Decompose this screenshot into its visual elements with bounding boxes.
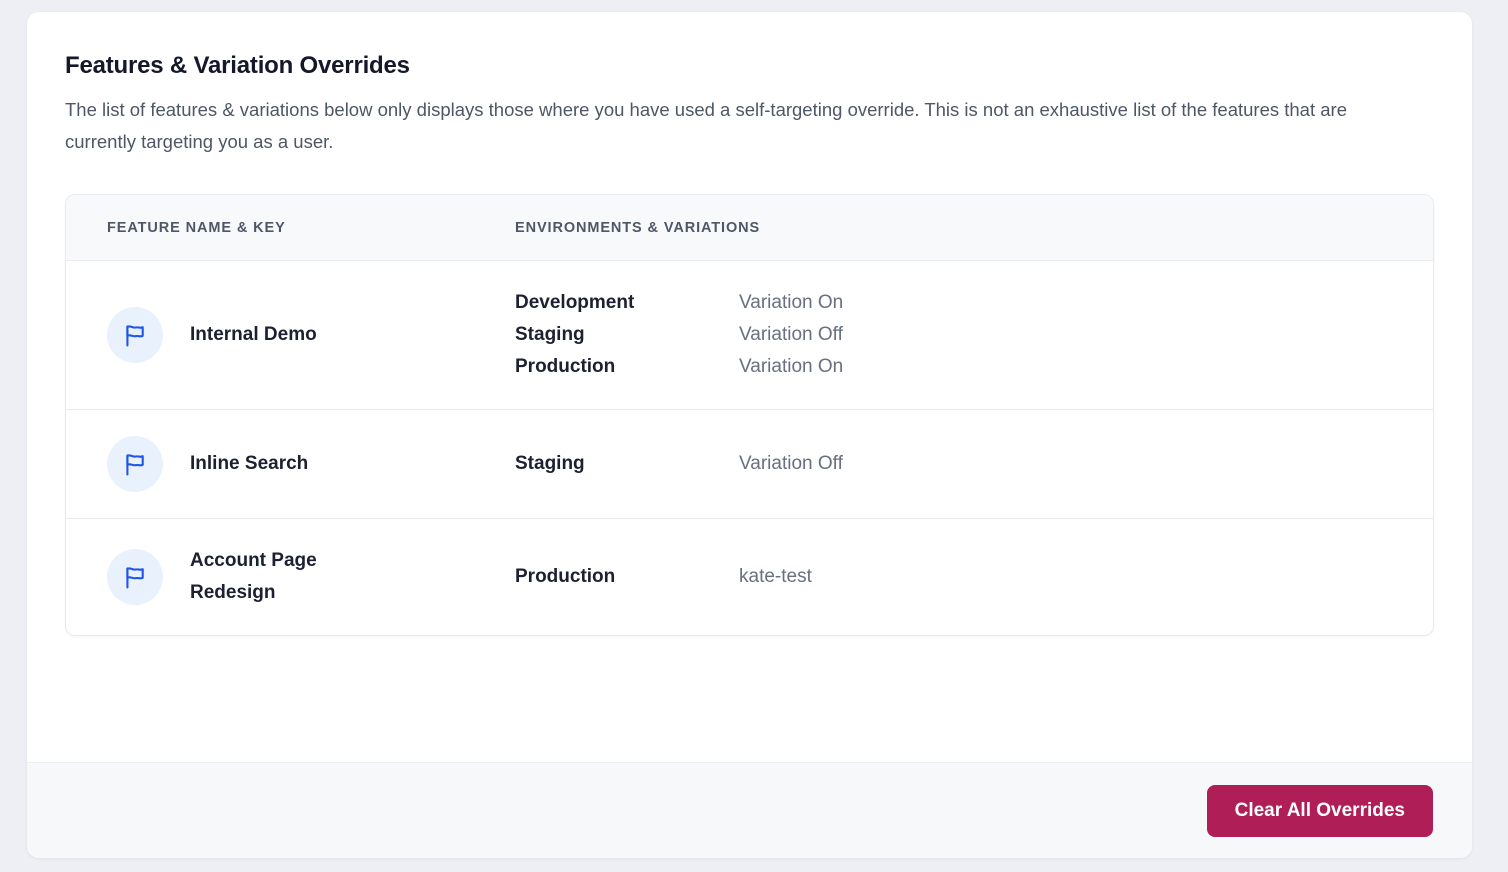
feature-cell: Account Page Redesign xyxy=(107,545,515,609)
environment-line: Development Variation On xyxy=(515,287,1433,319)
environment-name: Production xyxy=(515,561,739,593)
column-header-feature: FEATURE NAME & KEY xyxy=(107,220,515,236)
variation-value: Variation Off xyxy=(739,319,1433,351)
feature-cell: Inline Search xyxy=(107,436,515,492)
environment-line: Production Variation On xyxy=(515,351,1433,383)
environment-name: Staging xyxy=(515,319,739,351)
feature-cell: Internal Demo xyxy=(107,307,515,363)
environment-name: Development xyxy=(515,287,739,319)
environment-line: Staging Variation Off xyxy=(515,319,1433,351)
feature-name: Inline Search xyxy=(190,448,308,480)
card-body: Features & Variation Overrides The list … xyxy=(27,12,1472,762)
flag-icon xyxy=(107,549,163,605)
variation-value: Variation On xyxy=(739,287,1433,319)
variation-value: kate-test xyxy=(739,561,1433,593)
column-header-environments: ENVIRONMENTS & VARIATIONS xyxy=(515,220,1433,236)
table-row: Internal Demo Development Variation On S… xyxy=(66,261,1433,409)
flag-icon xyxy=(107,307,163,363)
environment-name: Production xyxy=(515,351,739,383)
environments-cell: Staging Variation Off xyxy=(515,448,1433,480)
card-footer: Clear All Overrides xyxy=(27,762,1472,858)
environments-cell: Production kate-test xyxy=(515,561,1433,593)
environment-name: Staging xyxy=(515,448,739,480)
overrides-card: Features & Variation Overrides The list … xyxy=(27,12,1472,858)
feature-name: Account Page Redesign xyxy=(190,545,400,609)
environments-cell: Development Variation On Staging Variati… xyxy=(515,287,1433,383)
table-header-row: FEATURE NAME & KEY ENVIRONMENTS & VARIAT… xyxy=(66,195,1433,261)
flag-icon xyxy=(107,436,163,492)
page-description: The list of features & variations below … xyxy=(65,94,1410,158)
clear-all-overrides-button[interactable]: Clear All Overrides xyxy=(1207,785,1433,837)
page-title: Features & Variation Overrides xyxy=(65,52,1434,80)
environment-line: Staging Variation Off xyxy=(515,448,1433,480)
overrides-table: FEATURE NAME & KEY ENVIRONMENTS & VARIAT… xyxy=(65,194,1434,636)
feature-name: Internal Demo xyxy=(190,319,317,351)
variation-value: Variation On xyxy=(739,351,1433,383)
variation-value: Variation Off xyxy=(739,448,1433,480)
table-row: Inline Search Staging Variation Off xyxy=(66,409,1433,518)
environment-line: Production kate-test xyxy=(515,561,1433,593)
table-row: Account Page Redesign Production kate-te… xyxy=(66,518,1433,635)
